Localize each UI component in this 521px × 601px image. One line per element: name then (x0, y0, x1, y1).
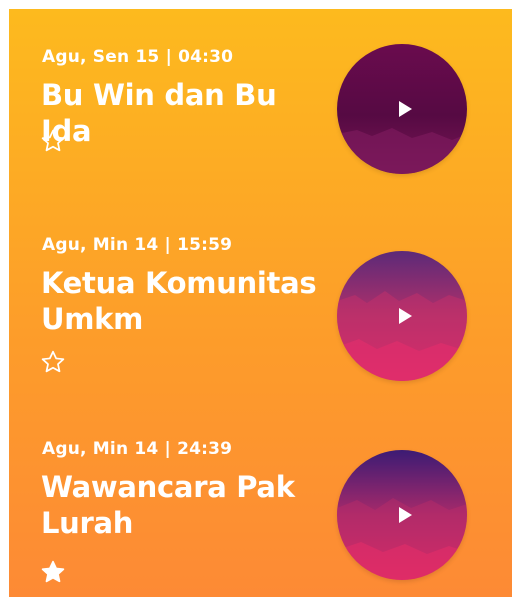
episode-title: Bu Win dan Bu Ida (41, 78, 277, 148)
star-outline-icon[interactable] (40, 349, 66, 375)
play-icon[interactable] (396, 307, 414, 325)
episode-date-duration: Agu, Sen 15 | 04:30 (42, 47, 234, 67)
star-filled-icon[interactable] (40, 559, 66, 585)
episode-list: Agu, Sen 15 | 04:30 Bu Win dan Bu Ida Ag… (9, 9, 512, 597)
episode-date-duration: Agu, Min 14 | 24:39 (42, 439, 233, 459)
episode-item[interactable]: Agu, Sen 15 | 04:30 Bu Win dan Bu Ida (9, 9, 512, 199)
episode-date-duration: Agu, Min 14 | 15:59 (42, 235, 233, 255)
episode-title: Wawancara Pak Lurah (41, 470, 295, 540)
episode-title: Ketua Komunitas Umkm (41, 266, 317, 336)
play-icon[interactable] (396, 100, 414, 118)
star-outline-icon[interactable] (40, 128, 66, 154)
episode-item[interactable]: Agu, Min 14 | 24:39 Wawancara Pak Lurah (9, 409, 512, 597)
play-icon[interactable] (396, 506, 414, 524)
episode-item[interactable]: Agu, Min 14 | 15:59 Ketua Komunitas Umkm (9, 199, 512, 389)
